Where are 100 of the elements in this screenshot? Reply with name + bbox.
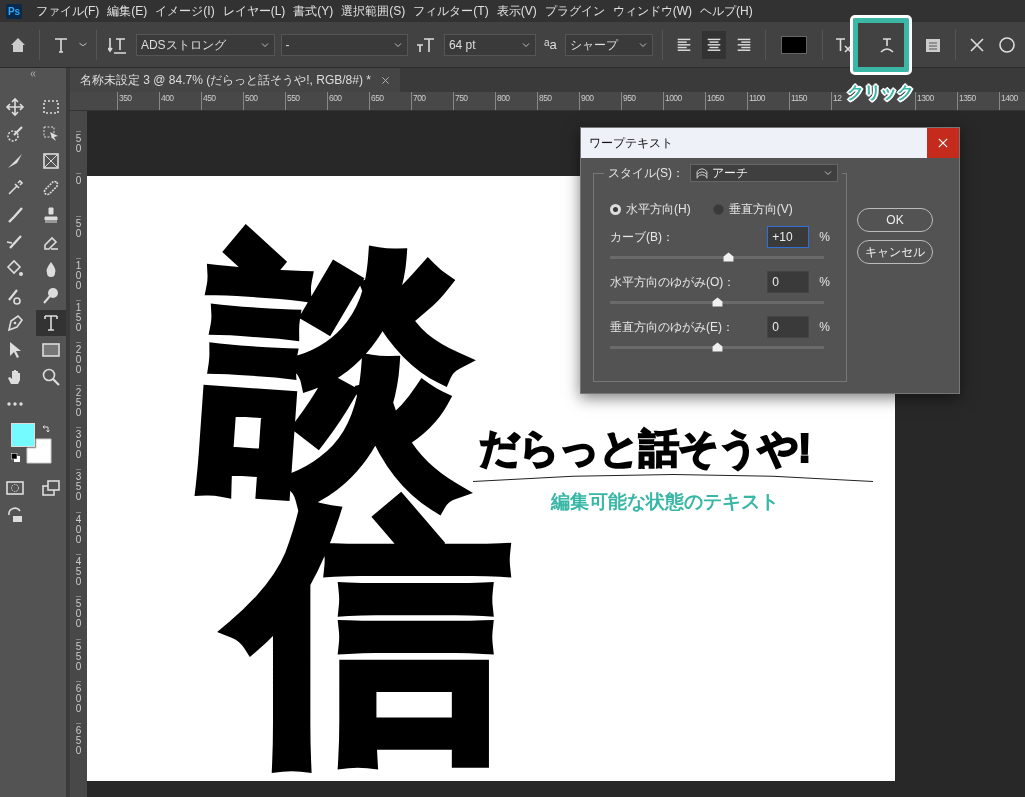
close-icon [937, 137, 949, 149]
menu-item[interactable]: イメージ(I) [155, 2, 223, 20]
font-family-dropdown[interactable]: ADSストロング [135, 33, 275, 56]
ruler-label: 1350 [957, 92, 999, 110]
orientation-radio[interactable]: 水平方向(H) [610, 200, 691, 218]
ruler-label: 1300 [915, 92, 957, 110]
ruler-label: 350 [117, 92, 159, 110]
menu-item[interactable]: 編集(E) [107, 2, 156, 20]
ruler-label: 1150 [789, 92, 831, 110]
quick-mask-icon [5, 478, 25, 498]
menu-item[interactable]: 選択範囲(S) [341, 2, 414, 20]
align-center-button[interactable] [702, 30, 726, 59]
ruler-label: 150 [75, 300, 82, 343]
caret-icon [78, 42, 87, 47]
swap-icon[interactable] [41, 424, 51, 434]
type-icon [41, 313, 61, 333]
menu-item[interactable]: レイヤー(L) [222, 2, 294, 20]
unit-label: % [819, 319, 830, 336]
highlight-frame [853, 18, 909, 72]
ruler-label: 350 [75, 469, 82, 512]
antialias-dropdown[interactable]: シャープ [564, 33, 654, 56]
collapse-icon[interactable] [28, 70, 38, 78]
ruler-label: 950 [621, 92, 663, 110]
stamp-icon [41, 205, 61, 225]
rotate-image-icon [5, 505, 25, 525]
ruler-label: 0 [75, 173, 82, 216]
bucket-icon [5, 259, 25, 279]
ruler-label: 1100 [747, 92, 789, 110]
pen-icon [5, 313, 25, 333]
slider-thumb[interactable] [712, 297, 723, 307]
style-dropdown[interactable]: アーチ [690, 164, 838, 182]
orientation-radio[interactable]: 垂直方向(V) [712, 200, 793, 218]
ruler-label: 700 [411, 92, 453, 110]
font-style-dropdown[interactable]: - [280, 33, 408, 56]
ruler-label: 1400 [999, 92, 1025, 110]
ruler-label: 1000 [663, 92, 705, 110]
ruler-label: 1050 [705, 92, 747, 110]
foreground-color-swatch[interactable] [11, 423, 35, 447]
ruler-label: 400 [75, 511, 82, 554]
ok-button[interactable]: OK [857, 208, 933, 232]
annotation-text: 編集可能な状態のテキスト [551, 490, 779, 514]
rectangle-icon [41, 340, 61, 360]
ruler-label: 850 [537, 92, 579, 110]
unit-label: % [819, 274, 830, 291]
menu-item[interactable]: プラグイン [544, 2, 613, 20]
default-colors-icon[interactable] [11, 453, 21, 463]
more-icon [7, 402, 23, 406]
chevron-icon [823, 168, 833, 178]
ruler-label: 600 [327, 92, 369, 110]
bandage-icon [41, 178, 61, 198]
unit-label: % [819, 229, 830, 246]
ruler-label: 650 [75, 723, 82, 766]
dodge-icon [41, 286, 61, 306]
circle-icon[interactable] [997, 34, 1018, 55]
move-icon [5, 97, 25, 117]
ruler-label: 900 [579, 92, 621, 110]
style-label: スタイル(S)： [608, 165, 684, 181]
frame-icon [41, 151, 61, 171]
value-field[interactable]: +10 [767, 226, 810, 248]
dialog-title: ワープテキスト [588, 135, 673, 152]
document-tab[interactable]: 名称未設定 3 @ 84.7% (だらっと話そうや!, RGB/8#) * [70, 68, 400, 92]
type-tool[interactable] [36, 310, 66, 336]
menu-item[interactable]: 書式(Y) [293, 2, 342, 20]
ruler-label: 200 [75, 342, 82, 385]
value-field[interactable]: 0 [767, 316, 810, 338]
slider-thumb[interactable] [712, 342, 723, 352]
ruler-label: 450 [75, 553, 82, 597]
menu-item[interactable]: ファイル(F) [36, 2, 108, 20]
ruler-label: 600 [75, 680, 82, 724]
warped-text: だらっと話そうや! [479, 426, 811, 470]
ruler-label: 550 [285, 92, 327, 110]
text-color-swatch[interactable] [780, 35, 808, 54]
ruler-label: 550 [75, 638, 82, 681]
close-icon[interactable] [380, 75, 390, 85]
annotation-label: クリック [847, 82, 913, 104]
value-field[interactable]: 0 [767, 271, 810, 293]
ruler-label: 400 [159, 92, 201, 110]
quick-select-icon [5, 124, 25, 144]
menu-item[interactable]: 表示(V) [496, 2, 545, 20]
cancel-button[interactable]: キャンセル [857, 240, 933, 264]
marquee-icon [41, 97, 61, 117]
screen-mode-icon [41, 478, 61, 498]
font-size-dropdown[interactable]: 64 pt [443, 33, 536, 56]
app-logo: Ps [6, 3, 22, 19]
ruler-label: 100 [75, 257, 82, 301]
menu-item[interactable]: ウィンドウ(W) [612, 2, 700, 20]
menu-item[interactable]: ヘルプ(H) [700, 2, 761, 20]
ruler-label: 750 [453, 92, 495, 110]
slider-label: カーブ(B)： [610, 229, 674, 246]
slider-thumb[interactable] [722, 252, 734, 262]
ruler-label: 450 [201, 92, 243, 110]
slider-label: 水平方向のゆがみ(O)： [610, 274, 736, 291]
ruler-label: 800 [495, 92, 537, 110]
menu-item[interactable]: フィルター(T) [413, 2, 497, 20]
ruler-label: 50 [75, 215, 82, 258]
slider-label: 垂直方向のゆがみ(E)： [610, 319, 734, 336]
ruler-label: 50 [75, 131, 82, 174]
ruler-label: 300 [75, 427, 82, 470]
ruler-label: 500 [243, 92, 285, 110]
zoom-icon [41, 367, 61, 387]
